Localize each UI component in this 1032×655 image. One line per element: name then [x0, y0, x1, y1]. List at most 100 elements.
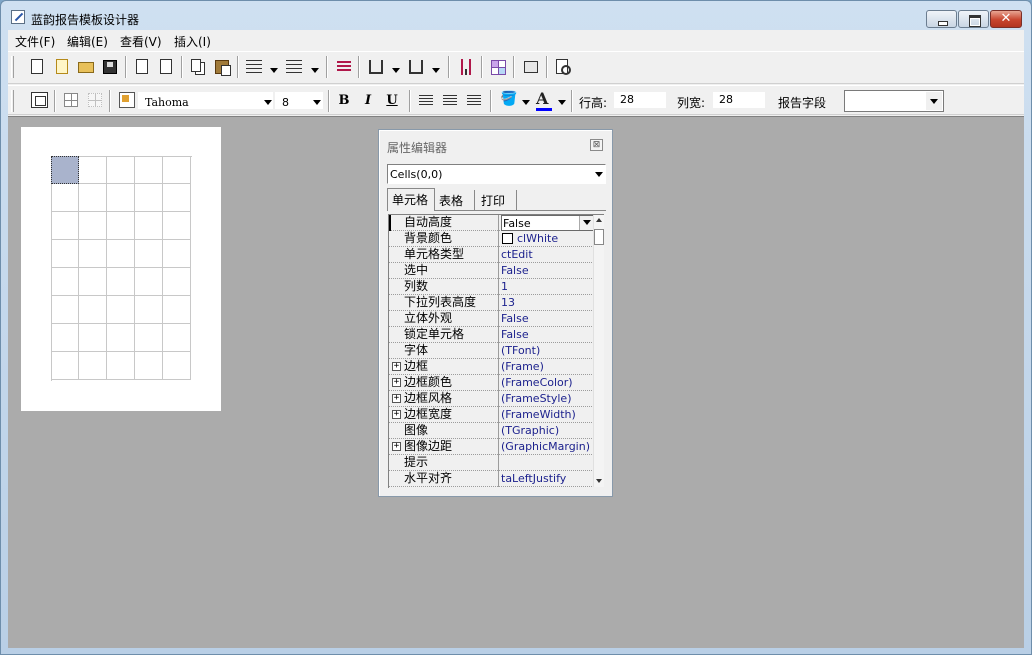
property-value[interactable]: (FrameColor) [501, 375, 594, 391]
property-row[interactable]: + 边框宽度 (FrameWidth) [389, 407, 594, 423]
expand-plus-icon[interactable]: + [392, 362, 401, 371]
wizard-button[interactable] [52, 57, 72, 77]
cell-edit-button[interactable] [29, 90, 49, 110]
property-row[interactable]: + 边框风格 (FrameStyle) [389, 391, 594, 407]
grid-cell[interactable] [135, 240, 163, 268]
property-row[interactable]: 锁定单元格 False [389, 327, 594, 343]
grid-cell[interactable] [135, 296, 163, 324]
chevron-down-icon[interactable] [311, 68, 319, 73]
grid-cell[interactable] [163, 156, 191, 184]
grid-cell[interactable] [51, 296, 79, 324]
property-value[interactable]: (FrameStyle) [501, 391, 594, 407]
property-row[interactable]: 选中 False [389, 263, 594, 279]
menu-edit[interactable]: 编辑(E) [67, 33, 108, 50]
property-row[interactable]: + 边框 (Frame) [389, 359, 594, 375]
col-width-input[interactable]: 28 [713, 92, 765, 108]
property-row[interactable]: 字体 (TFont) [389, 343, 594, 359]
grid-cell[interactable] [51, 184, 79, 212]
property-row[interactable]: 下拉列表高度 13 [389, 295, 594, 311]
property-value[interactable]: (GraphicMargin) [501, 439, 594, 455]
chevron-down-icon[interactable] [522, 100, 530, 105]
menu-file[interactable]: 文件(F) [15, 33, 55, 50]
toolbar-grip[interactable] [11, 56, 14, 78]
tab-table[interactable]: 表格 [435, 190, 475, 210]
menu-view[interactable]: 查看(V) [120, 33, 162, 50]
expand-plus-icon[interactable]: + [392, 410, 401, 419]
grid-cell[interactable] [107, 296, 135, 324]
scroll-thumb[interactable] [594, 229, 604, 245]
grid-cell[interactable] [163, 268, 191, 296]
property-value[interactable]: taLeftJustify [501, 471, 594, 487]
grid-cell[interactable] [79, 268, 107, 296]
property-row[interactable]: 立体外观 False [389, 311, 594, 327]
align-left-button[interactable] [416, 91, 436, 111]
grid-cell[interactable] [163, 352, 191, 380]
copy-button[interactable] [188, 57, 208, 77]
merge-cells-button[interactable] [488, 57, 508, 77]
insert-column-button[interactable] [366, 57, 386, 77]
tab-cell[interactable]: 单元格 [387, 188, 435, 211]
grid-cell[interactable] [163, 296, 191, 324]
import-button[interactable] [132, 57, 152, 77]
property-row[interactable]: 自动高度 False [389, 215, 594, 231]
property-row[interactable]: + 图像边距 (GraphicMargin) [389, 439, 594, 455]
object-selector[interactable]: Cells(0,0) [387, 164, 606, 184]
property-value[interactable]: False [501, 327, 594, 343]
property-value[interactable]: clWhite [501, 231, 594, 247]
scroll-down-icon[interactable] [596, 479, 602, 483]
value-dropdown-button[interactable] [579, 216, 593, 230]
grid-cell[interactable] [51, 240, 79, 268]
property-row[interactable]: 提示 [389, 455, 594, 471]
property-value[interactable]: 1 [501, 279, 594, 295]
grid-cell[interactable] [79, 156, 107, 184]
grid-cell[interactable] [79, 324, 107, 352]
italic-button[interactable]: I [358, 91, 378, 111]
property-row[interactable]: 单元格类型 ctEdit [389, 247, 594, 263]
title-bar[interactable]: 蓝韵报告模板设计器 ✕ [1, 1, 1031, 31]
expand-plus-icon[interactable]: + [392, 442, 401, 451]
chevron-down-icon[interactable] [392, 68, 400, 73]
grid-cell[interactable] [79, 184, 107, 212]
toolbar-grip[interactable] [11, 90, 14, 112]
split-button[interactable] [456, 57, 476, 77]
grid-cell[interactable] [135, 324, 163, 352]
preview-button[interactable] [553, 57, 573, 77]
chevron-down-icon[interactable] [270, 68, 278, 73]
fill-color-button[interactable]: 🪣 [498, 90, 518, 110]
report-field-dropdown[interactable] [926, 92, 942, 110]
property-value[interactable]: False [501, 215, 594, 231]
menu-insert[interactable]: 插入(I) [174, 33, 211, 50]
chevron-down-icon[interactable] [432, 68, 440, 73]
save-button[interactable] [100, 57, 120, 77]
property-value[interactable]: (FrameWidth) [501, 407, 594, 423]
property-value[interactable]: False [501, 311, 594, 327]
delete-row-button[interactable] [284, 57, 304, 77]
property-value[interactable]: 13 [501, 295, 594, 311]
grid-cell[interactable] [107, 352, 135, 380]
report-field-select[interactable] [844, 90, 944, 112]
property-value[interactable]: (TFont) [501, 343, 594, 359]
property-row[interactable]: 水平对齐 taLeftJustify [389, 471, 594, 487]
maximize-button[interactable] [958, 10, 989, 28]
grid-cell[interactable] [163, 324, 191, 352]
font-name-select[interactable]: Tahoma [138, 92, 273, 109]
inspector-close-button[interactable]: ⊠ [590, 139, 603, 151]
align-right-button[interactable] [464, 91, 484, 111]
grid-cell[interactable] [79, 296, 107, 324]
grid-cell[interactable] [163, 240, 191, 268]
property-scrollbar[interactable] [593, 215, 604, 487]
export-button[interactable] [156, 57, 176, 77]
hide-grid-button[interactable] [85, 90, 105, 110]
grid-cell[interactable] [107, 240, 135, 268]
grid-cell[interactable] [107, 268, 135, 296]
grid-cell[interactable] [107, 156, 135, 184]
close-button[interactable]: ✕ [990, 10, 1022, 28]
show-grid-button[interactable] [61, 90, 81, 110]
grid-cell[interactable] [79, 240, 107, 268]
scroll-up-icon[interactable] [596, 218, 602, 222]
grid-cell[interactable] [135, 156, 163, 184]
insert-field-button[interactable] [334, 57, 354, 77]
properties-button[interactable] [521, 57, 541, 77]
grid-cell[interactable] [107, 324, 135, 352]
property-row[interactable]: 图像 (TGraphic) [389, 423, 594, 439]
